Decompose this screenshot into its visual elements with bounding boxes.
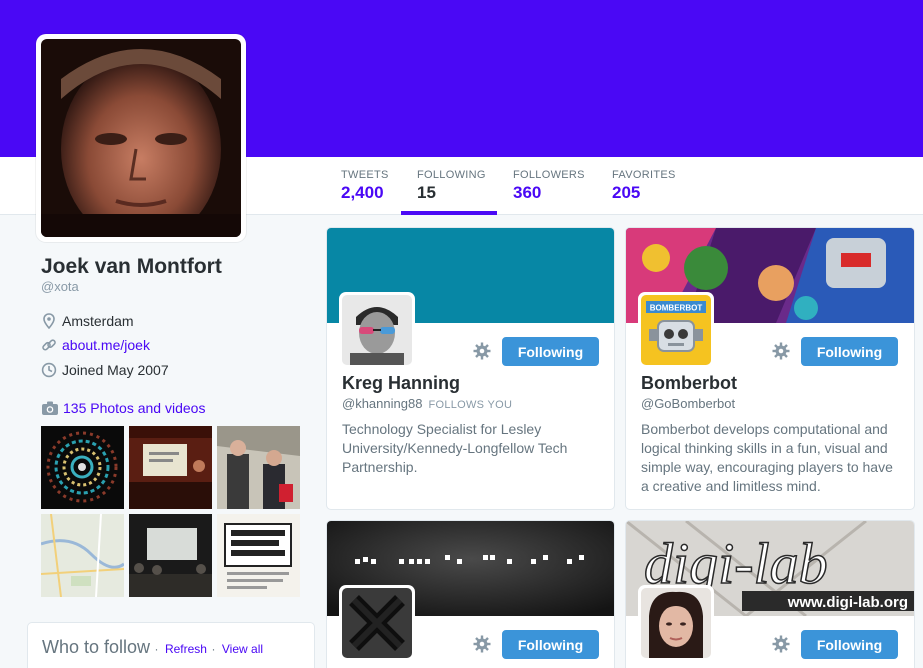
user-card[interactable]: Following [326, 520, 615, 668]
woman-avatar [641, 588, 711, 658]
card-user-bio: Bomberbot develops computational and log… [641, 421, 893, 494]
photo-thumbnail[interactable] [129, 514, 212, 597]
profile-joined: Joined May 2007 [41, 362, 169, 378]
profile-photo [41, 39, 241, 237]
stat-following-label: FOLLOWING [417, 169, 486, 181]
card-handle-text[interactable]: @GoBomberbot [641, 396, 735, 411]
user-card[interactable]: digi-lab www.digi-lab.org Following [625, 520, 915, 668]
card-avatar[interactable] [339, 292, 415, 368]
location-text: Amsterdam [62, 313, 134, 329]
stat-favorites-label: FAVORITES [612, 169, 676, 181]
profile-website[interactable]: about.me/joek [41, 337, 150, 353]
bomberbot-logo-text: BOMBERBOT [650, 304, 703, 313]
card-user-name[interactable]: Bomberbot [641, 373, 737, 394]
gear-icon[interactable] [473, 342, 491, 360]
profile-stats-nav: TWEETS 2,400 FOLLOWING 15 FOLLOWERS 360 … [325, 157, 688, 215]
stat-tweets-label: TWEETS [341, 169, 389, 181]
separator-dot: · [154, 642, 159, 656]
user-card[interactable]: BOMBERBOT Following Bomberbot @GoBomberb… [625, 227, 915, 510]
following-button[interactable]: Following [801, 337, 898, 366]
location-pin-icon [43, 313, 55, 329]
photo-thumbnail[interactable] [129, 426, 212, 509]
x-logo-avatar [342, 588, 412, 658]
stat-followers[interactable]: FOLLOWERS 360 [497, 157, 596, 215]
clock-icon [41, 362, 57, 378]
who-to-follow-module: Who to follow · Refresh · View all [27, 622, 315, 668]
following-button[interactable]: Following [502, 337, 599, 366]
stat-tweets[interactable]: TWEETS 2,400 [325, 157, 401, 215]
person-sunglasses-avatar [342, 295, 412, 365]
follows-you-badge: FOLLOWS YOU [428, 399, 513, 411]
photo-thumbnail[interactable] [217, 426, 300, 509]
following-button[interactable]: Following [502, 630, 599, 659]
website-link[interactable]: about.me/joek [62, 337, 150, 353]
stat-tweets-value: 2,400 [341, 183, 384, 202]
card-user-handle: @khanning88 FOLLOWS YOU [342, 396, 512, 411]
separator-dot: · [211, 642, 216, 656]
photo-thumbnail[interactable] [41, 426, 124, 509]
profile-name[interactable]: Joek van Montfort [41, 255, 222, 279]
view-all-link[interactable]: View all [222, 642, 263, 656]
stat-following-value: 15 [417, 183, 436, 202]
card-user-handle: @GoBomberbot [641, 396, 735, 411]
digi-lab-banner-url: www.digi-lab.org [787, 594, 908, 611]
profile-handle[interactable]: @xota [41, 279, 79, 294]
card-user-bio: Technology Specialist for Lesley Univers… [342, 421, 568, 475]
photos-and-videos-link[interactable]: 135 Photos and videos [41, 400, 205, 416]
profile-avatar[interactable] [36, 34, 246, 242]
link-icon [42, 339, 56, 351]
refresh-link[interactable]: Refresh [165, 642, 207, 656]
card-avatar[interactable] [638, 585, 714, 661]
card-avatar[interactable] [339, 585, 415, 661]
following-button[interactable]: Following [801, 630, 898, 659]
stat-favorites[interactable]: FAVORITES 205 [596, 157, 688, 215]
camera-icon [42, 401, 58, 415]
gear-icon[interactable] [473, 635, 491, 653]
gear-icon[interactable] [772, 342, 790, 360]
robot-avatar: BOMBERBOT [641, 295, 711, 365]
card-handle-text[interactable]: @khanning88 [342, 396, 422, 411]
stat-followers-label: FOLLOWERS [513, 169, 585, 181]
user-card[interactable]: Following Kreg Hanning @khanning88 FOLLOW… [326, 227, 615, 510]
stat-following[interactable]: FOLLOWING 15 [401, 157, 497, 215]
card-avatar[interactable]: BOMBERBOT [638, 292, 714, 368]
stat-followers-value: 360 [513, 183, 542, 202]
profile-location: Amsterdam [41, 313, 134, 329]
joined-text: Joined May 2007 [62, 362, 169, 378]
photos-label[interactable]: 135 Photos and videos [63, 400, 205, 416]
stat-favorites-value: 205 [612, 183, 641, 202]
card-user-name[interactable]: Kreg Hanning [342, 373, 460, 394]
photo-thumbnail[interactable] [217, 514, 300, 597]
gear-icon[interactable] [772, 635, 790, 653]
photo-thumbnail[interactable] [41, 514, 124, 597]
who-to-follow-title: Who to follow [42, 637, 151, 657]
